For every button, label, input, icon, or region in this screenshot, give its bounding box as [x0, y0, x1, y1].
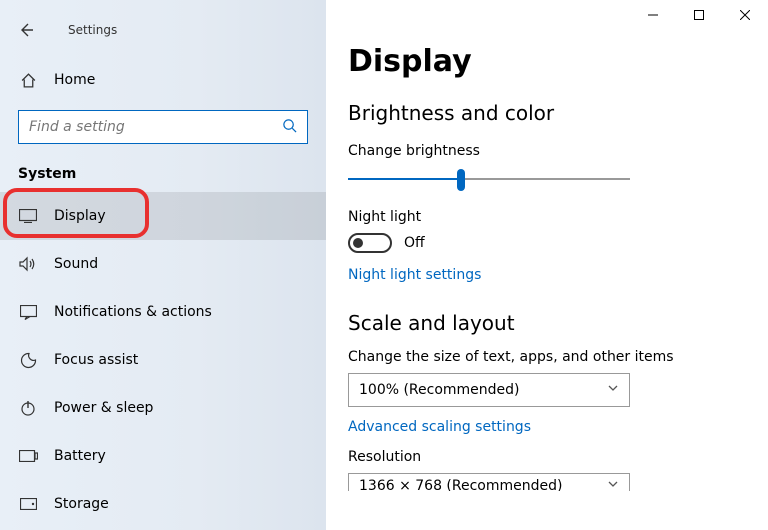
- search-icon: [282, 118, 297, 137]
- nightlight-settings-link[interactable]: Night light settings: [348, 267, 738, 283]
- focus-assist-icon: [18, 352, 38, 369]
- advanced-scaling-link[interactable]: Advanced scaling settings: [348, 419, 738, 435]
- sidebar-item-notifications[interactable]: Notifications & actions: [0, 288, 326, 336]
- sidebar-item-label: Display: [54, 208, 106, 224]
- storage-icon: [18, 498, 38, 510]
- scale-dropdown[interactable]: 100% (Recommended): [348, 373, 630, 407]
- sidebar-category: System: [0, 144, 326, 192]
- settings-window: Settings Home System Display Sound: [0, 0, 768, 530]
- power-icon: [18, 400, 38, 416]
- nav-home[interactable]: Home: [0, 60, 326, 100]
- page-title: Display: [348, 44, 738, 79]
- scale-value: 100% (Recommended): [359, 382, 520, 398]
- sound-icon: [18, 256, 38, 272]
- section-scale-title: Scale and layout: [348, 311, 738, 335]
- sidebar-item-display[interactable]: Display: [0, 192, 326, 240]
- sidebar-item-battery[interactable]: Battery: [0, 432, 326, 480]
- nav-home-label: Home: [54, 72, 95, 88]
- resolution-label: Resolution: [348, 449, 738, 465]
- main-content: Display Brightness and color Change brig…: [326, 0, 768, 530]
- section-brightness-title: Brightness and color: [348, 101, 738, 125]
- toggle-knob: [353, 238, 363, 248]
- nightlight-label: Night light: [348, 209, 738, 225]
- sidebar-item-label: Battery: [54, 448, 106, 464]
- window-controls: [630, 0, 768, 30]
- titlebar: Settings: [0, 14, 326, 46]
- battery-icon: [18, 450, 38, 462]
- nightlight-toggle[interactable]: [348, 233, 392, 253]
- resolution-value: 1366 × 768 (Recommended): [359, 478, 562, 491]
- sidebar-item-storage[interactable]: Storage: [0, 480, 326, 528]
- back-button[interactable]: [18, 22, 34, 38]
- resolution-dropdown[interactable]: 1366 × 768 (Recommended): [348, 473, 630, 491]
- nightlight-toggle-row: Off: [348, 233, 738, 253]
- chevron-down-icon: [607, 382, 619, 398]
- brightness-label: Change brightness: [348, 143, 738, 159]
- brightness-slider[interactable]: [348, 167, 630, 191]
- sidebar-item-label: Sound: [54, 256, 98, 272]
- sidebar-item-label: Power & sleep: [54, 400, 153, 416]
- display-icon: [18, 209, 38, 223]
- nightlight-state: Off: [404, 235, 425, 251]
- sidebar-item-sound[interactable]: Sound: [0, 240, 326, 288]
- sidebar: Settings Home System Display Sound: [0, 0, 326, 530]
- slider-thumb[interactable]: [457, 169, 465, 191]
- window-title: Settings: [68, 23, 117, 37]
- search-input[interactable]: [29, 119, 282, 135]
- sidebar-item-label: Focus assist: [54, 352, 138, 368]
- sidebar-item-label: Notifications & actions: [54, 304, 212, 320]
- notifications-icon: [18, 305, 38, 320]
- slider-fill: [348, 178, 461, 180]
- maximize-button[interactable]: [676, 0, 722, 30]
- search-box[interactable]: [18, 110, 308, 144]
- sidebar-item-power-sleep[interactable]: Power & sleep: [0, 384, 326, 432]
- chevron-down-icon: [607, 478, 619, 491]
- sidebar-item-focus-assist[interactable]: Focus assist: [0, 336, 326, 384]
- close-button[interactable]: [722, 0, 768, 30]
- scale-label: Change the size of text, apps, and other…: [348, 349, 738, 365]
- minimize-button[interactable]: [630, 0, 676, 30]
- home-icon: [18, 72, 38, 89]
- sidebar-item-label: Storage: [54, 496, 109, 512]
